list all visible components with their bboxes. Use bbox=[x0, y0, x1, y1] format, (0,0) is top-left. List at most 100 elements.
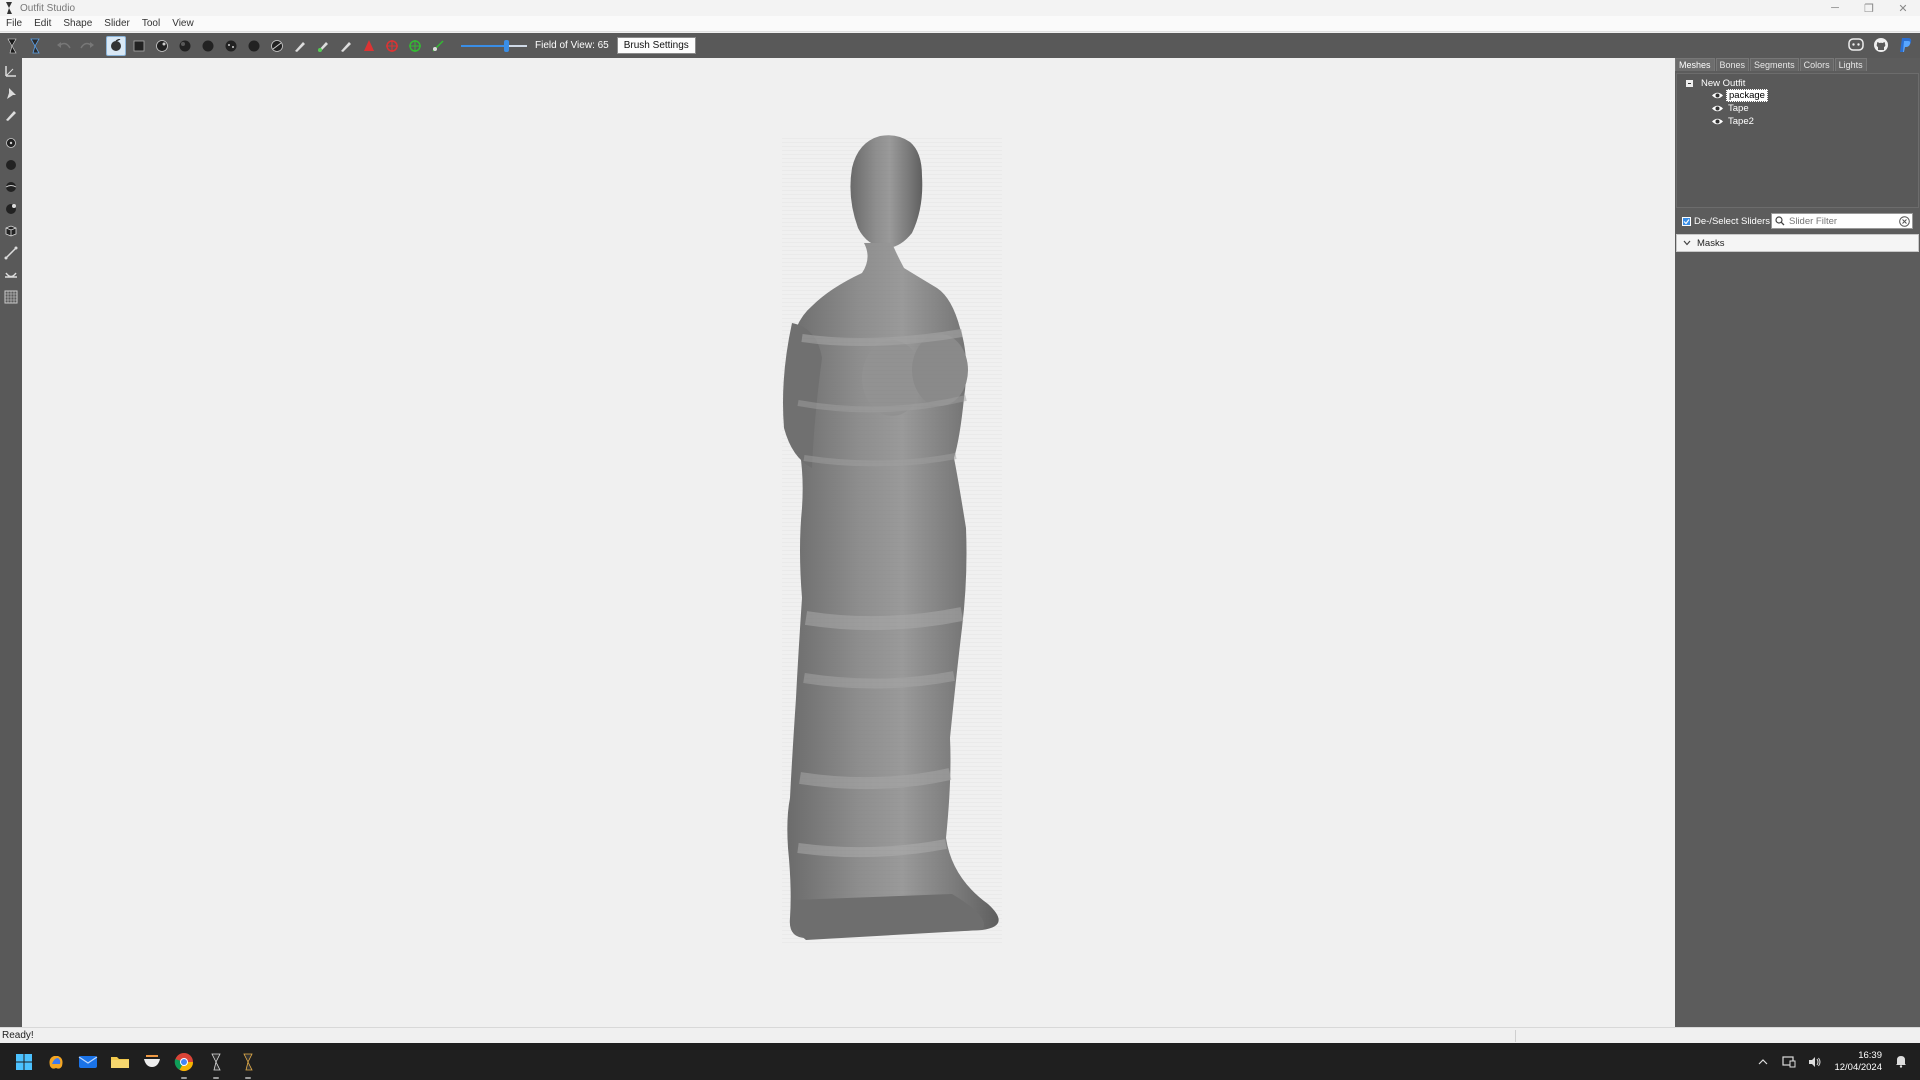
visibility-eye-icon[interactable] bbox=[1711, 117, 1724, 126]
mail-icon[interactable] bbox=[76, 1050, 100, 1074]
clock-time: 16:39 bbox=[1858, 1049, 1882, 1061]
color-brush-icon[interactable] bbox=[313, 36, 333, 56]
move-brush-icon[interactable] bbox=[198, 36, 218, 56]
tree-item-tape2[interactable]: Tape2 bbox=[1711, 115, 1918, 128]
tab-meshes[interactable]: Meshes bbox=[1675, 58, 1715, 71]
left-tool-bar bbox=[0, 58, 22, 1027]
select-tool-icon[interactable] bbox=[2, 36, 22, 56]
mesh-tree: New Outfit package Tape Tape2 bbox=[1676, 73, 1919, 208]
windows-start-icon[interactable] bbox=[12, 1050, 36, 1074]
slider-filter-input[interactable] bbox=[1789, 215, 1899, 227]
volume-icon[interactable] bbox=[1807, 1054, 1823, 1070]
wrapped-figure-mesh bbox=[782, 135, 1002, 943]
weight-brush-icon[interactable] bbox=[267, 36, 287, 56]
paint-brush-icon[interactable] bbox=[290, 36, 310, 56]
window-title: Outfit Studio bbox=[20, 2, 76, 14]
outfit-studio-logo-icon bbox=[2, 1, 16, 15]
scale-transform-icon[interactable] bbox=[405, 36, 425, 56]
masks-section[interactable]: Masks bbox=[1676, 234, 1919, 252]
chrome-icon[interactable] bbox=[172, 1050, 196, 1079]
menu-bar: File Edit Shape Slider Tool View bbox=[0, 16, 1920, 32]
tab-lights[interactable]: Lights bbox=[1834, 58, 1867, 71]
model-render bbox=[782, 135, 1002, 943]
status-text: Ready! bbox=[2, 1030, 34, 1041]
status-bar: Ready! bbox=[0, 1027, 1920, 1043]
outfit-studio-task-icon[interactable] bbox=[204, 1050, 228, 1079]
restore-button[interactable]: ❐ bbox=[1852, 0, 1886, 16]
os-taskbar: 16:39 12/04/2024 bbox=[0, 1043, 1920, 1080]
visibility-eye-icon[interactable] bbox=[1711, 91, 1724, 100]
brush-settings-button[interactable]: Brush Settings bbox=[616, 37, 696, 54]
clear-filter-icon[interactable] bbox=[1899, 216, 1910, 230]
mesh-label: package bbox=[1726, 89, 1768, 102]
discord-icon[interactable] bbox=[1845, 35, 1867, 55]
inflate-brush-icon[interactable] bbox=[152, 36, 172, 56]
chevron-down-icon[interactable] bbox=[1683, 238, 1691, 249]
alpha-brush-icon[interactable] bbox=[336, 36, 356, 56]
chevron-up-icon[interactable] bbox=[1755, 1054, 1771, 1070]
vertex-select-icon[interactable] bbox=[2, 133, 20, 153]
panel-tabs: Meshes Bones Segments Colors Lights bbox=[1675, 58, 1920, 72]
close-button[interactable]: ✕ bbox=[1886, 0, 1920, 16]
standard-brush-icon[interactable] bbox=[105, 35, 126, 56]
slider-controls: De-/Select Sliders bbox=[1676, 212, 1919, 230]
paypal-icon[interactable] bbox=[1895, 35, 1917, 55]
menu-edit[interactable]: Edit bbox=[28, 18, 57, 29]
cut-brush-icon[interactable] bbox=[2, 199, 20, 219]
field-of-view-slider[interactable] bbox=[461, 39, 527, 52]
menu-view[interactable]: View bbox=[166, 18, 200, 29]
rotate-transform-icon[interactable] bbox=[382, 36, 402, 56]
transform-tool-icon[interactable] bbox=[2, 61, 20, 81]
field-of-view-label: Field of View: 65 bbox=[535, 40, 609, 51]
mask-brush-icon[interactable] bbox=[129, 36, 149, 56]
network-icon[interactable] bbox=[1781, 1054, 1797, 1070]
smooth-brush-icon[interactable] bbox=[221, 36, 241, 56]
deflate-brush-icon[interactable] bbox=[175, 36, 195, 56]
menu-file[interactable]: File bbox=[0, 18, 28, 29]
redo-icon[interactable] bbox=[77, 36, 97, 56]
outfit-studio-task-icon-2[interactable] bbox=[236, 1050, 260, 1079]
menu-tool[interactable]: Tool bbox=[136, 18, 166, 29]
pivot-tool-icon[interactable] bbox=[428, 36, 448, 56]
sphere-brush-icon[interactable] bbox=[2, 155, 20, 175]
minimize-button[interactable]: ─ bbox=[1818, 0, 1852, 16]
bridge-tool-icon[interactable] bbox=[2, 265, 20, 285]
copilot-icon[interactable] bbox=[44, 1050, 68, 1074]
undiff-brush-icon[interactable] bbox=[244, 36, 264, 56]
mesh-label: Tape2 bbox=[1728, 116, 1754, 127]
tree-item-package[interactable]: package bbox=[1711, 89, 1918, 102]
tab-colors[interactable]: Colors bbox=[1799, 58, 1834, 71]
collapse-brush-icon[interactable] bbox=[2, 177, 20, 197]
tree-root-new-outfit[interactable]: New Outfit bbox=[1686, 77, 1918, 89]
deselect-sliders-checkbox[interactable] bbox=[1682, 216, 1691, 226]
collapse-icon[interactable] bbox=[1686, 79, 1693, 87]
system-tray: 16:39 12/04/2024 bbox=[1750, 1043, 1914, 1080]
menu-shape[interactable]: Shape bbox=[57, 18, 98, 29]
edge-tool-icon[interactable] bbox=[2, 243, 20, 263]
title-bar: Outfit Studio ─ ❐ ✕ bbox=[0, 0, 1920, 16]
tab-bones[interactable]: Bones bbox=[1715, 58, 1750, 71]
pen-tool-icon[interactable] bbox=[2, 105, 20, 125]
notifications-bell-icon[interactable] bbox=[1893, 1054, 1909, 1070]
tree-item-tape[interactable]: Tape bbox=[1711, 102, 1918, 115]
3d-viewport[interactable] bbox=[22, 58, 1675, 1027]
menu-slider[interactable]: Slider bbox=[98, 18, 136, 29]
masks-label: Masks bbox=[1697, 237, 1725, 249]
github-icon[interactable] bbox=[1870, 35, 1892, 55]
move-transform-icon[interactable] bbox=[359, 36, 379, 56]
visibility-eye-icon[interactable] bbox=[1711, 104, 1724, 113]
tab-segments[interactable]: Segments bbox=[1750, 58, 1799, 71]
undo-icon[interactable] bbox=[54, 36, 74, 56]
app-bowl-icon[interactable] bbox=[140, 1050, 164, 1074]
file-explorer-icon[interactable] bbox=[108, 1050, 132, 1074]
search-icon bbox=[1775, 216, 1785, 226]
cube-select-icon[interactable] bbox=[2, 221, 20, 241]
tree-root-label: New Outfit bbox=[1701, 77, 1746, 89]
toolbar: Field of View: 65 Brush Settings bbox=[0, 33, 1920, 58]
pin-tool-icon[interactable] bbox=[2, 83, 20, 103]
right-panel: Meshes Bones Segments Colors Lights New … bbox=[1675, 58, 1920, 1027]
grid-tool-icon[interactable] bbox=[2, 287, 20, 307]
clock[interactable]: 16:39 12/04/2024 bbox=[1834, 1050, 1882, 1074]
outfit-studio-logo-icon[interactable] bbox=[25, 36, 45, 56]
mesh-label: Tape bbox=[1728, 103, 1749, 114]
